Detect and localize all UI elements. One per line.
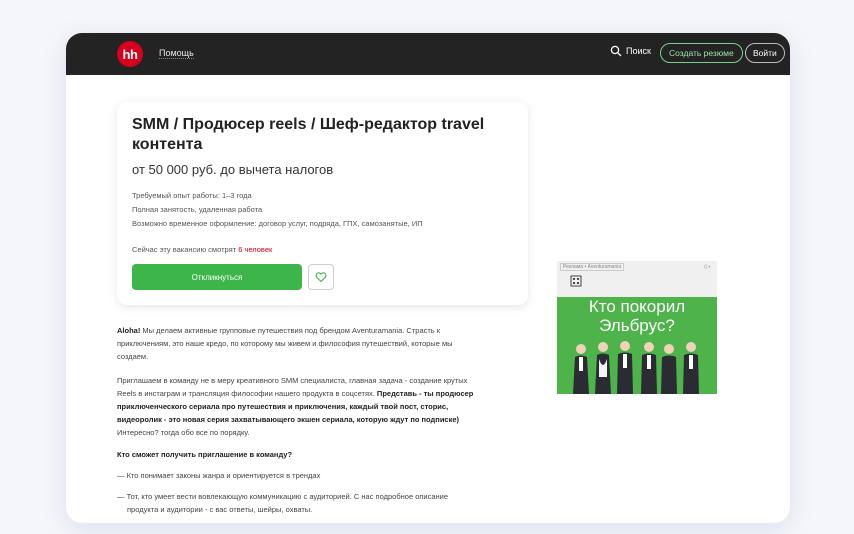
- description-question: Кто сможет получить приглашение в команд…: [117, 448, 517, 461]
- bullet-item: — Тот, кто умеет вести вовлекающую комму…: [117, 490, 517, 516]
- bullet-text: продукта и аудитории - с вас ответы, шей…: [127, 505, 313, 514]
- desc-text: Приглашаем в команду не в меру креативно…: [117, 376, 468, 385]
- search-icon: [610, 45, 622, 57]
- brand-logo-icon: [570, 275, 582, 287]
- desc-bold-text: приключенческого сериала про путешествия…: [117, 402, 449, 411]
- employment-text: Полная занятость, удаленная работа: [132, 205, 263, 214]
- desc-text: Reels в инстаграм и трансляция философии…: [117, 389, 377, 398]
- search-button[interactable]: Поиск: [610, 45, 651, 57]
- vacancy-title: SMM / Продюсер reels / Шеф-редактор trav…: [132, 116, 485, 153]
- desc-text: Интересно? тогда обо все по порядку.: [117, 428, 250, 437]
- experience-text: Требуемый опыт работы: 1–3 года: [132, 191, 252, 200]
- people-group-image: [573, 341, 699, 394]
- desc-text: приключениям, это наше кредо, по котором…: [117, 339, 453, 348]
- registration-text: Возможно временное оформление: договор у…: [132, 219, 423, 228]
- ad-header: Реклама • Aventuramania 0+: [557, 261, 717, 297]
- create-resume-button[interactable]: Создать резюме: [660, 43, 743, 63]
- ad-headline-line1: Кто покорил: [588, 297, 686, 316]
- ad-banner[interactable]: Реклама • Aventuramania 0+ Кто покорил Э…: [557, 261, 717, 394]
- greeting: Aloha!: [117, 326, 141, 335]
- heart-icon: [315, 272, 327, 283]
- vacancy-card: SMM / Продюсер reels / Шеф-редактор trav…: [117, 102, 528, 305]
- login-button[interactable]: Войти: [745, 43, 785, 63]
- desc-text: создаем.: [117, 352, 149, 361]
- watching-count: 6 человек: [238, 245, 273, 254]
- apply-button[interactable]: Откликнуться: [132, 264, 302, 290]
- help-link[interactable]: Помощь: [159, 48, 194, 59]
- description-paragraph-2: Приглашаем в команду не в меру креативно…: [117, 374, 517, 439]
- favorite-button[interactable]: [308, 264, 334, 290]
- bullet-item: — Кто понимает законы жанра и ориентируе…: [117, 469, 517, 482]
- vacancy-salary: от 50 000 руб. до вычета налогов: [132, 162, 334, 177]
- bullet-text: — Кто понимает законы жанра и ориентируе…: [117, 471, 321, 480]
- ad-headline-line2: Эльбрус?: [599, 316, 675, 335]
- watching-prefix: Сейчас эту вакансию смотрят: [132, 245, 239, 254]
- hh-logo[interactable]: hh: [117, 41, 143, 67]
- desc-bold-text: видеоролик - это новая серия захватывающ…: [117, 415, 460, 424]
- desc-text: Мы делаем активные групповые путешествия…: [140, 326, 441, 335]
- top-navigation-bar: hh Помощь Поиск Создать резюме Войти: [66, 33, 790, 75]
- bullet-text: — Тот, кто умеет вести вовлекающую комму…: [117, 492, 449, 501]
- question-heading: Кто сможет получить приглашение в команд…: [117, 450, 293, 459]
- watching-counter: Сейчас эту вакансию смотрят 6 человек: [132, 245, 272, 254]
- age-rating: 0+: [704, 265, 711, 271]
- ad-tag: Реклама • Aventuramania: [560, 263, 625, 271]
- desc-bold-text: Представь - ты продюсер: [376, 389, 474, 398]
- browser-window: hh Помощь Поиск Создать резюме Войти SMM…: [66, 33, 790, 523]
- search-label: Поиск: [626, 46, 651, 56]
- description-paragraph-1: Aloha! Мы делаем активные групповые путе…: [117, 324, 517, 363]
